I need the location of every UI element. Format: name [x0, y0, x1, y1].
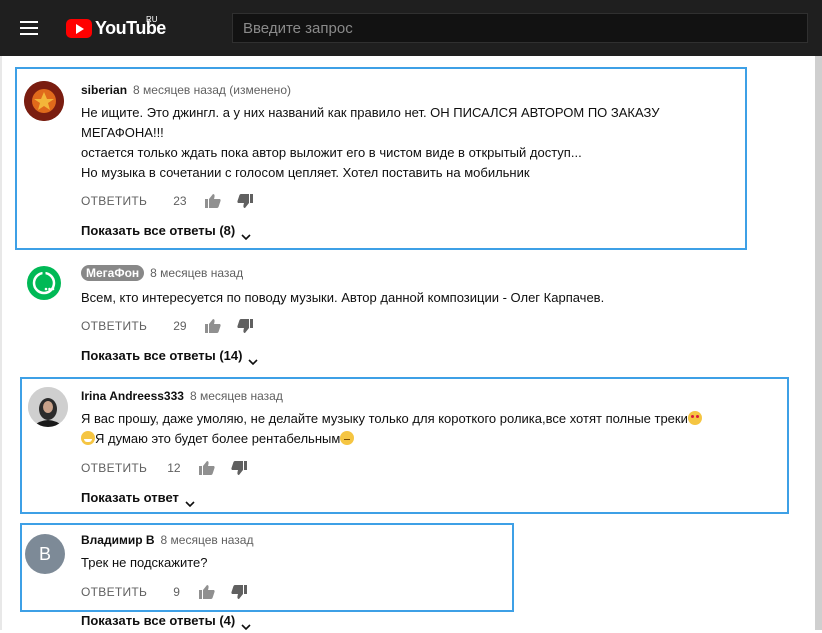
show-replies-button[interactable]: Показать все ответы (4)	[81, 613, 251, 630]
avatar[interactable]	[24, 263, 64, 303]
comment-time[interactable]: 8 месяцев назад	[150, 266, 243, 280]
highlight-box	[15, 67, 747, 250]
thumb-up-icon[interactable]	[205, 319, 221, 333]
top-bar: YouTube RU	[0, 0, 822, 56]
thumb-down-icon[interactable]	[237, 319, 254, 333]
left-edge	[0, 56, 2, 630]
highlight-box	[20, 523, 514, 612]
chevron-down-icon	[241, 618, 251, 630]
logo-region: RU	[146, 15, 158, 24]
youtube-logo-icon	[66, 18, 92, 38]
reply-button[interactable]: ОТВЕТИТЬ	[81, 319, 147, 333]
like-count: 29	[173, 319, 187, 333]
scrollbar[interactable]	[815, 56, 822, 630]
show-replies-label: Показать все ответы (4)	[81, 613, 236, 628]
search-input[interactable]	[233, 14, 807, 42]
comment-text-line: Всем, кто интересуется по поводу музыки.…	[81, 290, 605, 305]
comment-author[interactable]: МегаФон	[81, 265, 145, 281]
highlight-box	[20, 377, 789, 514]
search-box[interactable]	[232, 13, 808, 43]
menu-icon[interactable]	[20, 21, 38, 35]
comment-text: Всем, кто интересуется по поводу музыки.…	[81, 288, 751, 308]
show-replies-label: Показать все ответы (14)	[81, 348, 243, 363]
show-replies-button[interactable]: Показать все ответы (14)	[81, 348, 259, 365]
chevron-down-icon	[248, 353, 259, 365]
